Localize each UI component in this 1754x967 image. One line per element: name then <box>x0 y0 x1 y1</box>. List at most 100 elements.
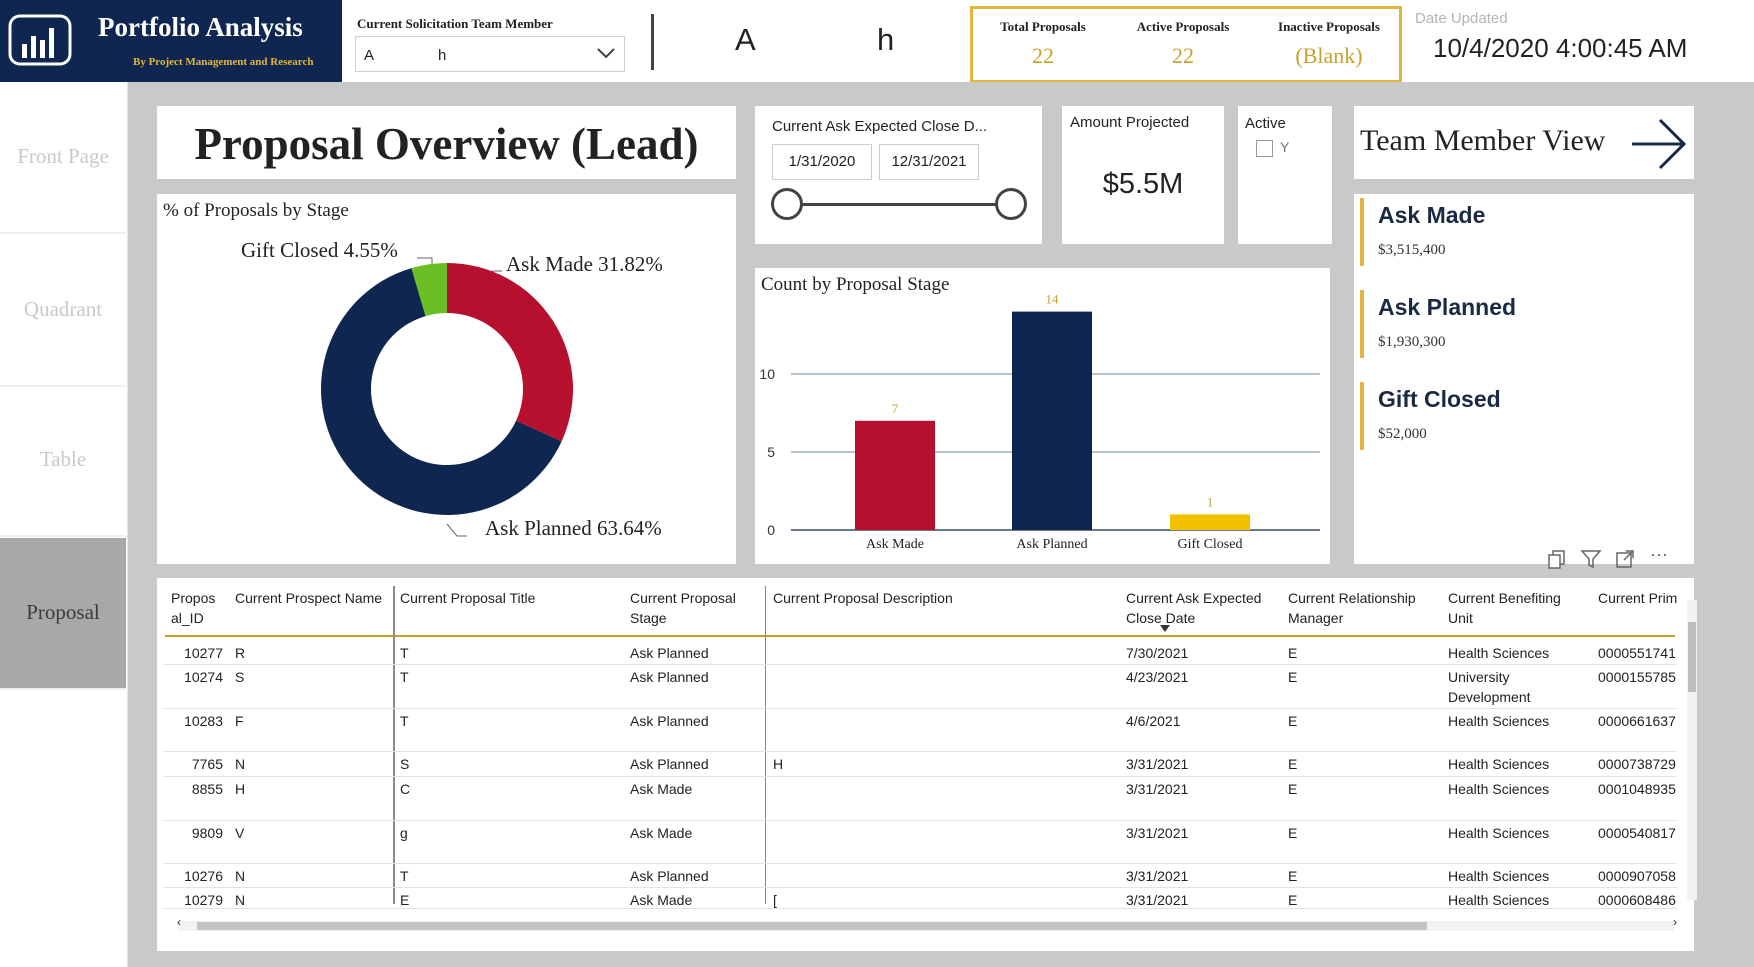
team-member-view-button[interactable]: Team Member View <box>1354 106 1694 179</box>
column-header-proposal-description[interactable]: Current Proposal Description <box>773 588 1013 608</box>
active-checkbox[interactable] <box>1256 140 1273 157</box>
start-date-input[interactable]: 1/31/2020 <box>772 144 872 180</box>
stage-card-ask-planned: Ask Planned $1,930,300 <box>1360 290 1724 358</box>
column-header-proposal-title[interactable]: Current Proposal Title <box>400 588 580 608</box>
more-options-icon[interactable]: ··· <box>1650 544 1668 565</box>
nav-item-proposal[interactable]: Proposal <box>0 538 126 690</box>
cell-proposal-title: T <box>400 669 409 685</box>
copy-icon[interactable] <box>1546 548 1568 570</box>
member-filter-dropdown[interactable]: A h <box>355 36 625 72</box>
cell-id: 9809 <box>191 825 223 841</box>
cell-close-date: 4/6/2021 <box>1126 713 1181 729</box>
cell-id: 10276 <box>184 868 223 884</box>
scroll-left-icon[interactable]: ‹ <box>177 915 181 929</box>
nav-label: Table <box>39 447 87 471</box>
column-header-id[interactable]: Propos al_ID <box>171 588 221 628</box>
cell-benefiting-unit: University Development <box>1448 669 1531 705</box>
app-subtitle: By Project Management and Research <box>133 56 314 68</box>
header-divider <box>651 14 654 70</box>
bar-data-label: 1 <box>1207 494 1214 509</box>
nav-item-quadrant[interactable]: Quadrant <box>0 235 126 387</box>
chevron-down-icon <box>597 48 615 59</box>
nav-item-front-page[interactable]: Front Page <box>0 82 126 234</box>
amount-projected-card: Amount Projected $5.5M <box>1062 106 1224 244</box>
bar-ask-planned[interactable] <box>1012 311 1092 530</box>
column-header-benefiting-unit[interactable]: Current Benefiting Unit <box>1448 588 1578 628</box>
filter-icon[interactable] <box>1580 548 1602 570</box>
column-header-prospect-name[interactable]: Current Prospect Name <box>235 588 395 608</box>
cell-close-date: 3/31/2021 <box>1126 892 1189 908</box>
cell-proposal-stage: Ask Planned <box>630 756 709 772</box>
stage-card-ask-made: Ask Made $3,515,400 <box>1360 198 1724 266</box>
column-header-close-date[interactable]: Current Ask Expected Close Date <box>1126 588 1266 628</box>
cell-id: 8855 <box>191 781 223 797</box>
date-slider-track[interactable] <box>789 203 1013 206</box>
vertical-scrollbar-thumb[interactable] <box>1688 622 1696 692</box>
bar-data-label: 14 <box>1046 292 1060 307</box>
bar-ask-made[interactable] <box>855 420 935 530</box>
kpi-total-value: 22 <box>1032 43 1054 68</box>
focus-mode-icon[interactable] <box>1614 548 1636 570</box>
powerbi-logo-icon <box>8 14 72 66</box>
date-slider-start-handle[interactable] <box>771 188 803 220</box>
cell-proposal-title: S <box>400 756 410 772</box>
donut-label-ask-made: Ask Made 31.82% <box>506 252 663 276</box>
y-tick-label: 10 <box>759 366 775 382</box>
cell-prim: 0000738729 <box>1598 756 1676 772</box>
bar-chart: 0 5 10 7 Ask Made 14 Ask Planned 1 Gift Closed <box>759 292 1320 552</box>
member-filter-label: Current Solicitation Team Member <box>357 16 553 31</box>
table-row[interactable]: 7765 N S Ask Planned H 3/31/2021 E Health Scien… <box>163 751 1677 777</box>
stage-card-amount: $52,000 <box>1378 426 1427 442</box>
report-canvas: Proposal Overview (Lead) Current Ask Exp… <box>128 82 1754 967</box>
cell-benefiting-unit: Health Sciences <box>1448 713 1550 729</box>
active-label: Active <box>1245 115 1286 132</box>
end-date-input[interactable]: 12/31/2021 <box>879 144 979 180</box>
x-tick-label: Ask Made <box>866 537 924 552</box>
column-header-prim[interactable]: Current Prim <box>1598 588 1688 608</box>
column-header-proposal-stage[interactable]: Current Proposal Stage <box>630 588 750 628</box>
bar-chart-tile: Count by Proposal Stage 0 5 10 7 Ask Made 14 A… <box>755 268 1330 564</box>
table-row[interactable]: 9809 Vg Ask Made 3/31/2021 E Health Sciences 0… <box>163 820 1677 864</box>
cell-proposal-title: T <box>400 645 409 661</box>
scroll-right-icon[interactable]: › <box>1673 915 1677 929</box>
cell-id: 10277 <box>184 645 223 661</box>
table-row[interactable]: 10274 S T Ask Planned 4/23/2021 E University D… <box>163 664 1677 709</box>
table-row[interactable]: 8855 H C Ask Made 3/31/2021 E Health Sciences 0… <box>163 776 1677 821</box>
table-row[interactable]: 10283 F T Ask Planned 4/6/2021 E Health Scienc… <box>163 708 1677 752</box>
date-slider-end-handle[interactable] <box>995 188 1027 220</box>
cell-benefiting-unit: Health Sciences <box>1448 825 1550 841</box>
donut-label-gift-closed: Gift Closed 4.55% <box>241 238 398 262</box>
app-title: Portfolio Analysis <box>98 12 303 42</box>
nav-item-table[interactable]: Table <box>0 385 126 537</box>
amount-value: $5.5M <box>1102 168 1184 200</box>
table-row[interactable]: 10277 R T Ask Planned 7/30/2021 E Health Scien… <box>163 640 1677 665</box>
cell-proposal-stage: Ask Made <box>630 825 693 841</box>
table-row[interactable]: 10276 N T Ask Planned 3/31/2021 E Health Scien… <box>163 863 1677 888</box>
cell-relationship-manager: E <box>1288 669 1298 685</box>
app-logo-banner: Portfolio Analysis By Project Management… <box>0 0 342 82</box>
cell-prospect-name: N <box>235 756 246 772</box>
visual-header-toolbar: ··· <box>1546 544 1696 572</box>
member-display-initial: A <box>735 22 756 57</box>
stage-card-title: Ask Planned <box>1378 294 1517 320</box>
table-row[interactable]: 10279 N E Ask Made [3/31/2021 E Health Science… <box>163 887 1677 909</box>
page-navigation: Front Page Quadrant Table Proposal <box>0 82 128 967</box>
member-value-part2: h <box>438 47 447 64</box>
cell-benefiting-unit: Health Sciences <box>1448 781 1550 797</box>
active-option-label: Y <box>1280 139 1290 155</box>
cell-proposal-stage: Ask Planned <box>630 645 709 661</box>
kpi-active-value: 22 <box>1172 43 1194 68</box>
kpi-inactive-label: Inactive Proposals <box>1278 19 1380 34</box>
horizontal-scrollbar-thumb[interactable] <box>197 922 1427 930</box>
column-header-relationship-manager[interactable]: Current Relationship Manager <box>1288 588 1438 628</box>
cell-benefiting-unit: Health Sciences <box>1448 868 1550 884</box>
cell-id: 10274 <box>184 669 223 685</box>
nav-label: Quadrant <box>23 297 103 321</box>
cell-relationship-manager: E <box>1288 756 1298 772</box>
cell-prim: 0001048935 <box>1598 781 1676 797</box>
donut-slice-ask-made[interactable] <box>447 263 573 442</box>
cell-prim: 0000540817 <box>1598 825 1676 841</box>
cell-id: 10279 <box>184 892 223 908</box>
bar-gift-closed[interactable] <box>1170 514 1250 530</box>
cell-close-date: 3/31/2021 <box>1126 868 1189 884</box>
